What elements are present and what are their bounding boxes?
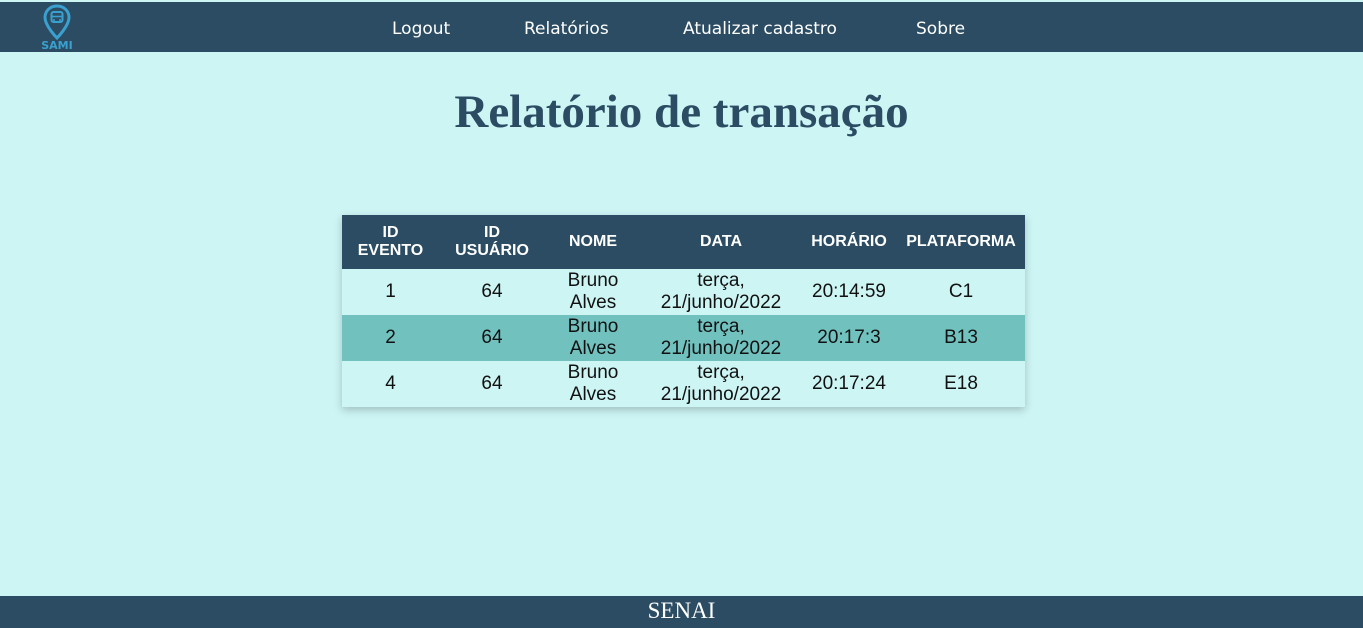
table-header-row: ID EVENTO ID USUÁRIO NOME DATA HORÁRIO PLA… [342,215,1025,269]
table-row: 2 64 Bruno Alves terça, 21/junho/2022 20:1… [342,315,1025,361]
header-horario: HORÁRIO [811,233,887,250]
header-data: DATA [699,233,743,250]
header-id-evento: ID EVENTO [357,224,424,259]
header-plataforma: PLATAFORMA [906,233,1016,250]
cell-id-evento: 4 [385,373,396,394]
nav-atualizar-cadastro-link[interactable]: Atualizar cadastro [683,18,837,40]
header-id-usuario: ID USUÁRIO [455,224,529,259]
cell-nome: Bruno Alves [567,316,619,359]
header-nome: NOME [569,233,617,250]
cell-id-usuario: 64 [481,281,503,302]
logo-text: SAMI [41,39,73,52]
cell-id-evento: 1 [385,281,396,302]
transactions-table-container: ID EVENTO ID USUÁRIO NOME DATA HORÁRIO PLA… [342,215,1025,407]
cell-data: terça, 21/junho/2022 [660,316,782,359]
nav-logout-link[interactable]: Logout [392,18,450,40]
transactions-table: ID EVENTO ID USUÁRIO NOME DATA HORÁRIO PLA… [342,215,1025,407]
cell-id-usuario: 64 [481,327,503,348]
cell-nome: Bruno Alves [567,270,619,313]
page-title: Relatório de transação [454,86,909,138]
cell-nome: Bruno Alves [567,362,619,405]
cell-horario: 20:17:3 [817,327,881,348]
cell-horario: 20:17:24 [812,373,886,394]
top-navbar: SAMI Logout Relatórios Atualizar cadastr… [0,2,1363,52]
map-pin-bus-icon [43,4,71,40]
cell-data: terça, 21/junho/2022 [660,362,782,405]
logo[interactable]: SAMI [39,4,75,52]
cell-plataforma: B13 [944,327,978,348]
cell-plataforma: E18 [944,373,978,394]
cell-id-usuario: 64 [481,373,503,394]
page: SAMI Logout Relatórios Atualizar cadastr… [0,0,1363,628]
cell-id-evento: 2 [385,327,396,348]
table-row: 1 64 Bruno Alves terça, 21/junho/2022 20:1… [342,269,1025,315]
nav-sobre-link[interactable]: Sobre [916,18,965,40]
cell-data: terça, 21/junho/2022 [660,270,782,313]
cell-plataforma: C1 [948,281,974,302]
cell-horario: 20:14:59 [812,281,886,302]
nav-relatorios-link[interactable]: Relatórios [524,18,609,40]
footer: SENAI [0,596,1363,628]
table-row: 4 64 Bruno Alves terça, 21/junho/2022 20:1… [342,361,1025,407]
